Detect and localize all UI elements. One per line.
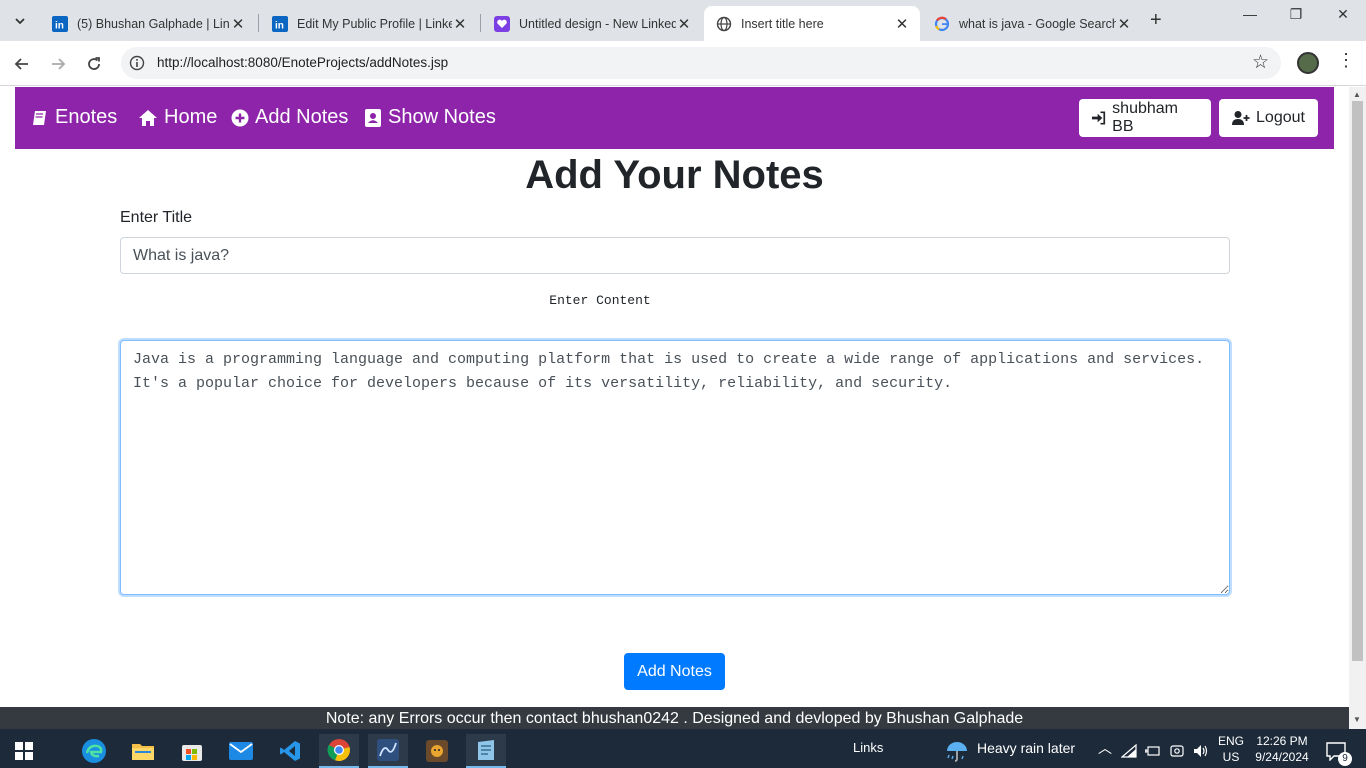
site-navbar: Enotes Home Add Notes Show Notes shubham… [15,87,1334,149]
address-book-icon [365,108,381,127]
page-viewport: Enotes Home Add Notes Show Notes shubham… [0,87,1349,707]
battery-plug-icon[interactable] [1142,734,1164,768]
site-info-icon[interactable] [129,55,145,76]
weather-text[interactable]: Heavy rain later [977,740,1075,756]
new-tab-plus-icon[interactable]: + [1150,9,1162,32]
tab-search-chevron-icon[interactable] [8,9,32,33]
close-window-icon[interactable]: ✕ [1320,6,1366,23]
windows-taskbar: Links Heavy rain later ︿ ENG US 12:26 PM… [0,729,1366,768]
tab-google-search[interactable]: what is java - Google Search ✕ [922,6,1142,41]
reload-icon[interactable] [82,52,106,76]
content-textarea[interactable]: Java is a programming language and compu… [120,340,1230,595]
globe-icon [716,16,732,32]
browser-toolbar: http://localhost:8080/EnoteProjects/addN… [0,41,1366,86]
rain-umbrella-icon[interactable] [937,734,977,768]
edge-icon[interactable] [74,734,114,768]
microsoft-store-icon[interactable] [172,734,212,768]
hardware-icon[interactable] [1166,734,1188,768]
tab-divider [480,14,481,32]
tab-linkedin-edit-profile[interactable]: in Edit My Public Profile | LinkedIn ✕ [260,6,478,41]
brand-link[interactable]: Enotes [31,106,117,129]
nav-home-label: Home [164,106,218,128]
notepad-icon[interactable] [466,734,506,768]
user-plus-icon [1232,111,1250,125]
content-label: Enter Content [549,293,651,308]
linkedin-icon: in [52,15,68,32]
svg-text:in: in [275,20,284,31]
scroll-down-icon[interactable]: ▼ [1353,715,1361,724]
vscode-icon[interactable] [270,734,310,768]
sign-in-icon [1091,111,1106,125]
nav-add-notes-label: Add Notes [255,106,349,128]
region-label: US [1222,750,1240,764]
scrollbar-thumb[interactable] [1352,101,1363,661]
close-tab-icon[interactable]: ✕ [230,15,246,33]
scroll-up-icon[interactable]: ▲ [1353,90,1361,99]
address-bar[interactable]: http://localhost:8080/EnoteProjects/addN… [121,47,1281,79]
language-label: ENG [1217,734,1244,748]
title-label: Enter Title [120,209,193,226]
close-tab-icon[interactable]: ✕ [1116,15,1132,33]
forward-arrow-icon[interactable] [46,52,70,76]
restore-window-icon[interactable]: ❐ [1273,6,1319,23]
chrome-icon[interactable] [319,734,359,768]
tab-linkedin-profile[interactable]: in (5) Bhushan Galphade | LinkedIn ✕ [40,6,256,41]
show-hidden-icons-chevron-icon[interactable]: ︿ [1098,738,1112,758]
notification-center-icon[interactable]: 9 [1318,734,1354,768]
user-button-label: shubham BB [1112,100,1178,135]
tab-insert-title[interactable]: Insert title here ✕ [704,6,920,41]
logout-button[interactable]: Logout [1219,99,1318,137]
tab-divider [258,14,259,32]
nav-show-notes[interactable]: Show Notes [364,106,496,129]
close-tab-icon[interactable]: ✕ [676,15,692,33]
tomcat-monitor-icon[interactable] [417,734,457,768]
plus-circle-icon [231,109,249,126]
google-icon [934,16,950,32]
canva-heart-icon [494,15,510,32]
linkedin-icon: in [272,15,288,32]
user-button[interactable]: shubham BB [1079,99,1211,137]
file-explorer-icon[interactable] [123,734,163,768]
page-footer: Note: any Errors occur then contact bhus… [0,707,1349,729]
profile-avatar[interactable] [1297,52,1319,74]
svg-text:in: in [55,20,64,31]
title-input[interactable] [120,237,1230,274]
tab-untitled-design[interactable]: Untitled design - New LinkedIn ✕ [482,6,702,41]
close-tab-icon[interactable]: ✕ [452,15,468,33]
book-icon [33,110,46,125]
home-icon [139,109,157,126]
add-notes-button[interactable]: Add Notes [624,653,725,690]
mail-icon[interactable] [221,734,261,768]
windows-start-icon[interactable] [4,734,44,768]
clock-time: 12:26 PM [1256,734,1308,748]
url-text[interactable]: http://localhost:8080/EnoteProjects/addN… [157,55,448,70]
notification-count-badge: 9 [1338,752,1352,766]
nav-home[interactable]: Home [138,106,217,129]
volume-speaker-icon[interactable] [1190,734,1212,768]
logout-button-label: Logout [1256,109,1305,126]
clock-date: 9/24/2024 [1255,750,1309,764]
page-title: Add Your Notes [525,153,824,197]
mysql-workbench-icon[interactable] [368,734,408,768]
browser-tab-strip: in (5) Bhushan Galphade | LinkedIn ✕ in … [0,0,1366,41]
nav-add-notes[interactable]: Add Notes [231,106,348,129]
network-icon[interactable] [1118,734,1140,768]
system-clock[interactable]: 12:26 PM 9/24/2024 [1250,733,1314,765]
minimize-window-icon[interactable]: — [1227,6,1273,22]
brand-label: Enotes [55,106,118,128]
bookmark-star-icon[interactable]: ☆ [1252,51,1269,74]
close-tab-icon[interactable]: ✕ [894,15,910,33]
nav-show-notes-label: Show Notes [388,106,496,128]
back-arrow-icon[interactable] [10,52,34,76]
browser-menu-icon[interactable]: ⋮ [1337,50,1355,71]
input-language[interactable]: ENG US [1216,733,1246,765]
links-toolbar-label[interactable]: Links [853,740,883,755]
page-scrollbar[interactable]: ▲ ▼ [1349,87,1366,729]
